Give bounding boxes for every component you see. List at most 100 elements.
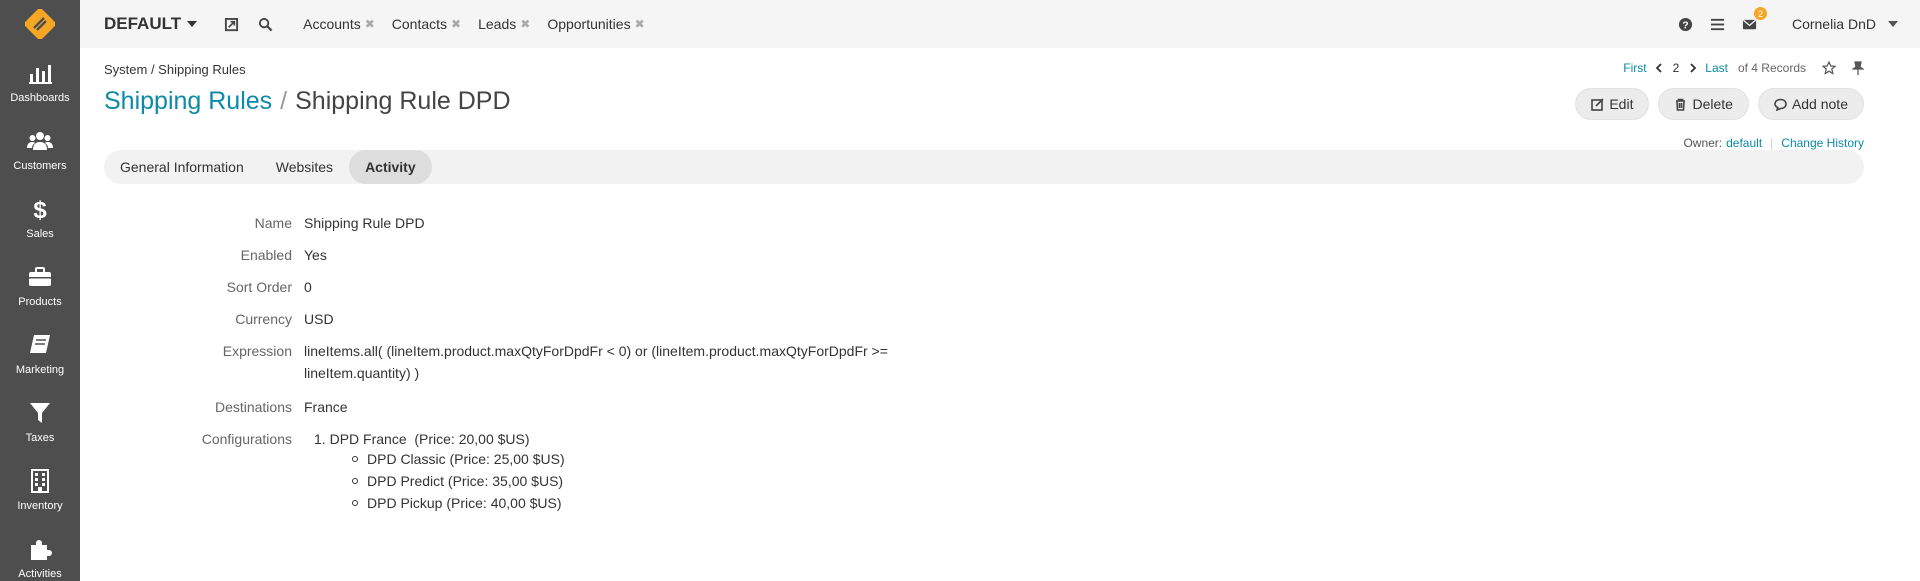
organization-switcher[interactable]: DEFAULT [104,14,198,34]
configuration-label: DPD France (Price: 20,00 $US) [329,431,530,447]
field-row: Name Shipping Rule DPD [104,214,1864,232]
customers-icon [27,132,53,150]
bullet-icon [352,478,358,484]
briefcase-icon [29,267,51,286]
chevron-right-icon[interactable] [1689,63,1697,73]
dashboards-icon [29,65,52,84]
shortcut-contacts[interactable]: Contacts ✖ [392,16,461,32]
field-value-destinations: France [304,399,348,415]
configuration-item: 1. DPD France (Price: 20,00 $US) [314,430,565,448]
change-history-link[interactable]: Change History [1781,136,1864,150]
pager-last-link[interactable]: Last [1705,61,1728,75]
action-buttons: Edit Delete Add note [1566,88,1864,120]
sidebar-item-label: Dashboards [10,92,70,104]
list-item: DPD Predict (Price: 35,00 $US) [352,470,565,492]
logo-icon [25,9,55,39]
pager-first-link[interactable]: First [1623,61,1646,75]
close-icon[interactable]: ✖ [451,17,461,31]
building-icon [31,469,49,493]
notifications-button[interactable]: 2 [1742,7,1767,32]
comment-icon [1774,98,1787,111]
sidebar-item-label: Marketing [15,364,65,376]
chevron-left-icon[interactable] [1655,63,1663,73]
pin-icon[interactable] [1852,61,1864,75]
shortcut-leads[interactable]: Leads ✖ [478,16,530,32]
field-label: Enabled [240,247,292,263]
star-icon[interactable] [1822,61,1836,75]
tab-general-information[interactable]: General Information [104,150,260,184]
list-item: DPD Classic (Price: 25,00 $US) [352,448,565,470]
field-value-enabled: Yes [304,247,327,263]
edit-label: Edit [1609,96,1634,112]
sidebar-item-taxes[interactable]: Taxes [0,388,80,456]
list-number: 1. [314,431,326,447]
main-content: System / Shipping Rules First 2 Last of … [104,48,1864,528]
history-icon[interactable] [223,16,239,32]
sidebar-item-label: Taxes [25,432,55,444]
shortcut-label: Leads [478,16,517,32]
sub-configuration-label: DPD Pickup (Price: 40,00 $US) [367,495,562,511]
app-logo[interactable] [0,0,80,48]
dollar-icon: $ [33,197,47,222]
field-value-name: Shipping Rule DPD [304,215,425,231]
sidebar-item-marketing[interactable]: Marketing [0,320,80,388]
field-row: Destinations France [104,398,1864,416]
tab-activity[interactable]: Activity [349,150,432,184]
menu-icon[interactable] [1710,16,1726,32]
sidebar-item-dashboards[interactable]: Dashboards [0,48,80,116]
shortcut-opportunities[interactable]: Opportunities ✖ [547,16,644,32]
sub-configuration-label: DPD Predict (Price: 35,00 $US) [367,473,564,489]
close-icon[interactable]: ✖ [520,17,530,31]
tab-websites[interactable]: Websites [260,150,349,184]
record-fields: Name Shipping Rule DPD Enabled Yes Sort … [104,214,1864,514]
close-icon[interactable]: ✖ [365,17,375,31]
field-row: Currency USD [104,310,1864,328]
chevron-down-icon [187,21,198,27]
edit-icon [1591,97,1604,111]
add-note-button[interactable]: Add note [1757,88,1864,120]
search-icon[interactable] [257,16,273,32]
filter-icon [30,403,50,423]
field-row: Configurations 1. DPD France (Price: 20,… [104,430,1864,514]
owner-label: Owner: [1683,136,1723,150]
delete-button[interactable]: Delete [1658,88,1749,120]
sidebar-item-label: Products [18,296,62,308]
help-icon[interactable]: ? [1678,16,1694,32]
notification-count-badge: 2 [1753,7,1767,20]
field-row: Expression lineItems.all( (lineItem.prod… [104,342,1864,384]
title-separator: / [280,87,288,115]
edit-button[interactable]: Edit [1575,88,1650,120]
field-value-expression: lineItems.all( (lineItem.product.maxQtyF… [304,343,888,381]
user-menu[interactable]: Cornelia DnD [1792,16,1898,32]
field-value-configurations: 1. DPD France (Price: 20,00 $US) DPD Cla… [304,430,565,514]
svg-text:?: ? [1683,20,1689,31]
field-label: Currency [235,311,292,327]
sidebar-item-customers[interactable]: Customers [0,116,80,184]
bullet-icon [352,500,358,506]
shortcut-accounts[interactable]: Accounts ✖ [303,16,375,32]
sidebar-item-label: Inventory [17,500,63,512]
sidebar-item-sales[interactable]: $ Sales [0,184,80,252]
sub-configuration-label: DPD Classic (Price: 25,00 $US) [367,451,565,467]
field-label: Destinations [214,399,292,415]
bullet-icon [352,456,358,462]
title-parent-link[interactable]: Shipping Rules [104,87,272,116]
top-bar-right: ? 2 Cornelia DnD [1662,0,1920,48]
breadcrumb: System / Shipping Rules [104,62,246,77]
sidebar-item-activities[interactable]: Activities [0,524,80,581]
owner-info: Owner: default | Change History [1683,136,1864,150]
field-label: Configurations [201,431,292,447]
owner-link[interactable]: default [1726,136,1762,150]
pager-total: of 4 Records [1737,61,1806,75]
book-icon [30,335,50,353]
close-icon[interactable]: ✖ [635,17,645,31]
add-note-label: Add note [1791,96,1848,112]
sidebar-item-inventory[interactable]: Inventory [0,456,80,524]
user-name: Cornelia DnD [1791,16,1876,32]
field-label: Expression [222,343,292,359]
sidebar-item-label: Sales [26,228,54,240]
sidebar-item-products[interactable]: Products [0,252,80,320]
delete-label: Delete [1692,96,1733,112]
field-row: Enabled Yes [104,246,1864,264]
list-item: DPD Pickup (Price: 40,00 $US) [352,492,565,514]
